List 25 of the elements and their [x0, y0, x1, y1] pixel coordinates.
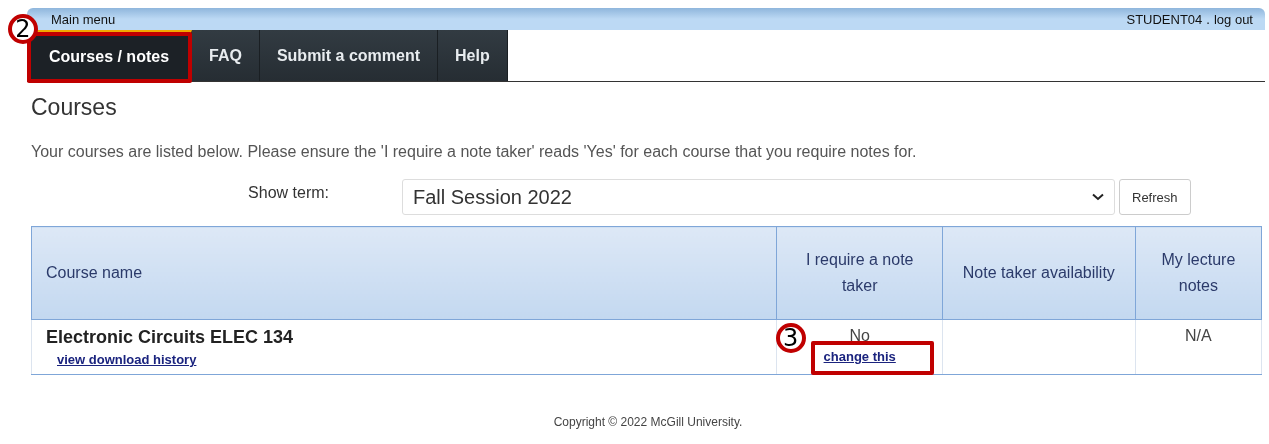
column-header: Note taker availability [942, 226, 1136, 320]
column-header: My lecture notes [1135, 226, 1262, 320]
callout-number: 3 [775, 323, 806, 353]
table-cell: N/A [1185, 327, 1212, 344]
callout-number: 2 [8, 14, 38, 44]
chevron-down-icon [1092, 193, 1104, 201]
separator-dot: . [1206, 11, 1210, 27]
intro-text: Your courses are listed below. Please ensure the 'I require a note taker' reads 'Yes' for each course that you require notes for. [31, 143, 918, 161]
table-cell-text: No [848, 327, 871, 345]
nav-tab[interactable]: FAQ [192, 30, 260, 81]
download-history-link[interactable]: view download history [57, 352, 197, 367]
nav-tab[interactable]: Help [438, 30, 508, 81]
term-label: Show term: [247, 184, 330, 202]
column-header: I require a note taker [776, 226, 943, 320]
course-name: Electronic Circuits ELEC 134 [46, 327, 295, 348]
term-select[interactable]: Fall Session 2022 [402, 179, 1115, 215]
column-header: Course name [31, 226, 777, 320]
copyright-text: Copyright © 2022 McGill University. [552, 415, 744, 429]
nav-tab[interactable]: Submit a comment [259, 30, 439, 81]
menu-title: Main menu [51, 11, 116, 27]
username: STUDENT04 [1126, 11, 1203, 27]
logout-link[interactable]: log out [1213, 11, 1253, 27]
refresh-button[interactable]: Refresh [1119, 179, 1191, 215]
change-link[interactable]: change this [823, 349, 896, 364]
page-heading: Courses [31, 94, 118, 121]
